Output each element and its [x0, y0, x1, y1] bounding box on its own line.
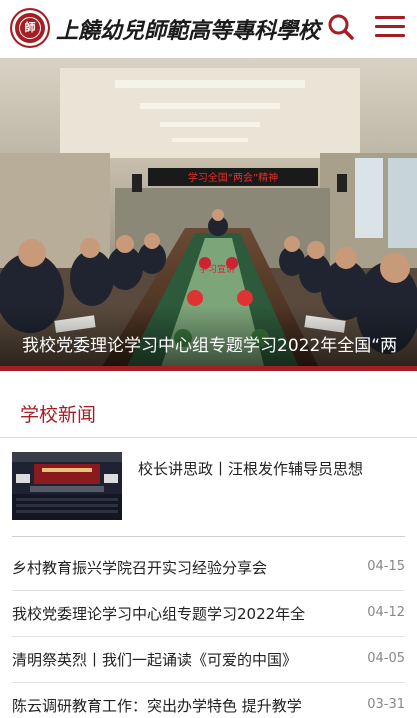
news-list-item[interactable]: 陈云调研教育工作：突出办学特色 提升教学 03-31	[12, 683, 405, 718]
news-title[interactable]: 乡村教育振兴学院召开实习经验分享会	[12, 557, 267, 578]
menu-button[interactable]	[375, 16, 405, 40]
news-title[interactable]: 陈云调研教育工作：突出办学特色 提升教学	[12, 695, 302, 716]
news-title[interactable]: 清明祭英烈丨我们一起诵读《可爱的中国》	[12, 649, 297, 670]
search-button[interactable]	[327, 13, 355, 41]
table-sign: 学习宣讲	[199, 263, 235, 275]
screen-text: 学习全国“两会”精神	[188, 171, 278, 184]
menu-icon	[375, 16, 405, 37]
logo-emblem: 師	[19, 17, 41, 39]
news-list-item[interactable]: 乡村教育振兴学院召开实习经验分享会 04-15	[12, 545, 405, 591]
featured-news[interactable]: 校长讲思政丨汪根发作辅导员思想	[12, 452, 407, 524]
news-date: 04-15	[367, 559, 405, 574]
featured-thumbnail[interactable]	[12, 452, 122, 520]
banner-caption[interactable]: 我校党委理论学习中心组专题学习2022年全国“两	[22, 331, 397, 356]
site-header: 師 上饒幼兒師範高等專科學校	[0, 0, 417, 58]
news-date: 04-12	[367, 605, 405, 620]
divider	[12, 536, 405, 537]
featured-news-title[interactable]: 校长讲思政丨汪根发作辅导员思想	[138, 458, 363, 479]
auditorium-photo	[12, 452, 122, 520]
news-list-item[interactable]: 清明祭英烈丨我们一起诵读《可爱的中国》 04-05	[12, 637, 405, 683]
news-section-header: 学校新闻	[0, 390, 417, 438]
school-logo[interactable]: 師	[10, 8, 50, 48]
site-title[interactable]: 上饒幼兒師範高等專科學校	[56, 13, 320, 45]
banner-underline	[0, 366, 417, 371]
hero-banner[interactable]: 学习全国“两会”精神 学习宣讲 我校党委理论学习中心组专题学习2022年全国“两	[0, 58, 417, 370]
news-date: 04-05	[367, 651, 405, 666]
news-date: 03-31	[367, 697, 405, 712]
section-title[interactable]: 学校新闻	[20, 400, 96, 427]
search-icon	[328, 14, 354, 40]
news-title[interactable]: 我校党委理论学习中心组专题学习2022年全	[12, 603, 305, 624]
news-list-item[interactable]: 我校党委理论学习中心组专题学习2022年全 04-12	[12, 591, 405, 637]
